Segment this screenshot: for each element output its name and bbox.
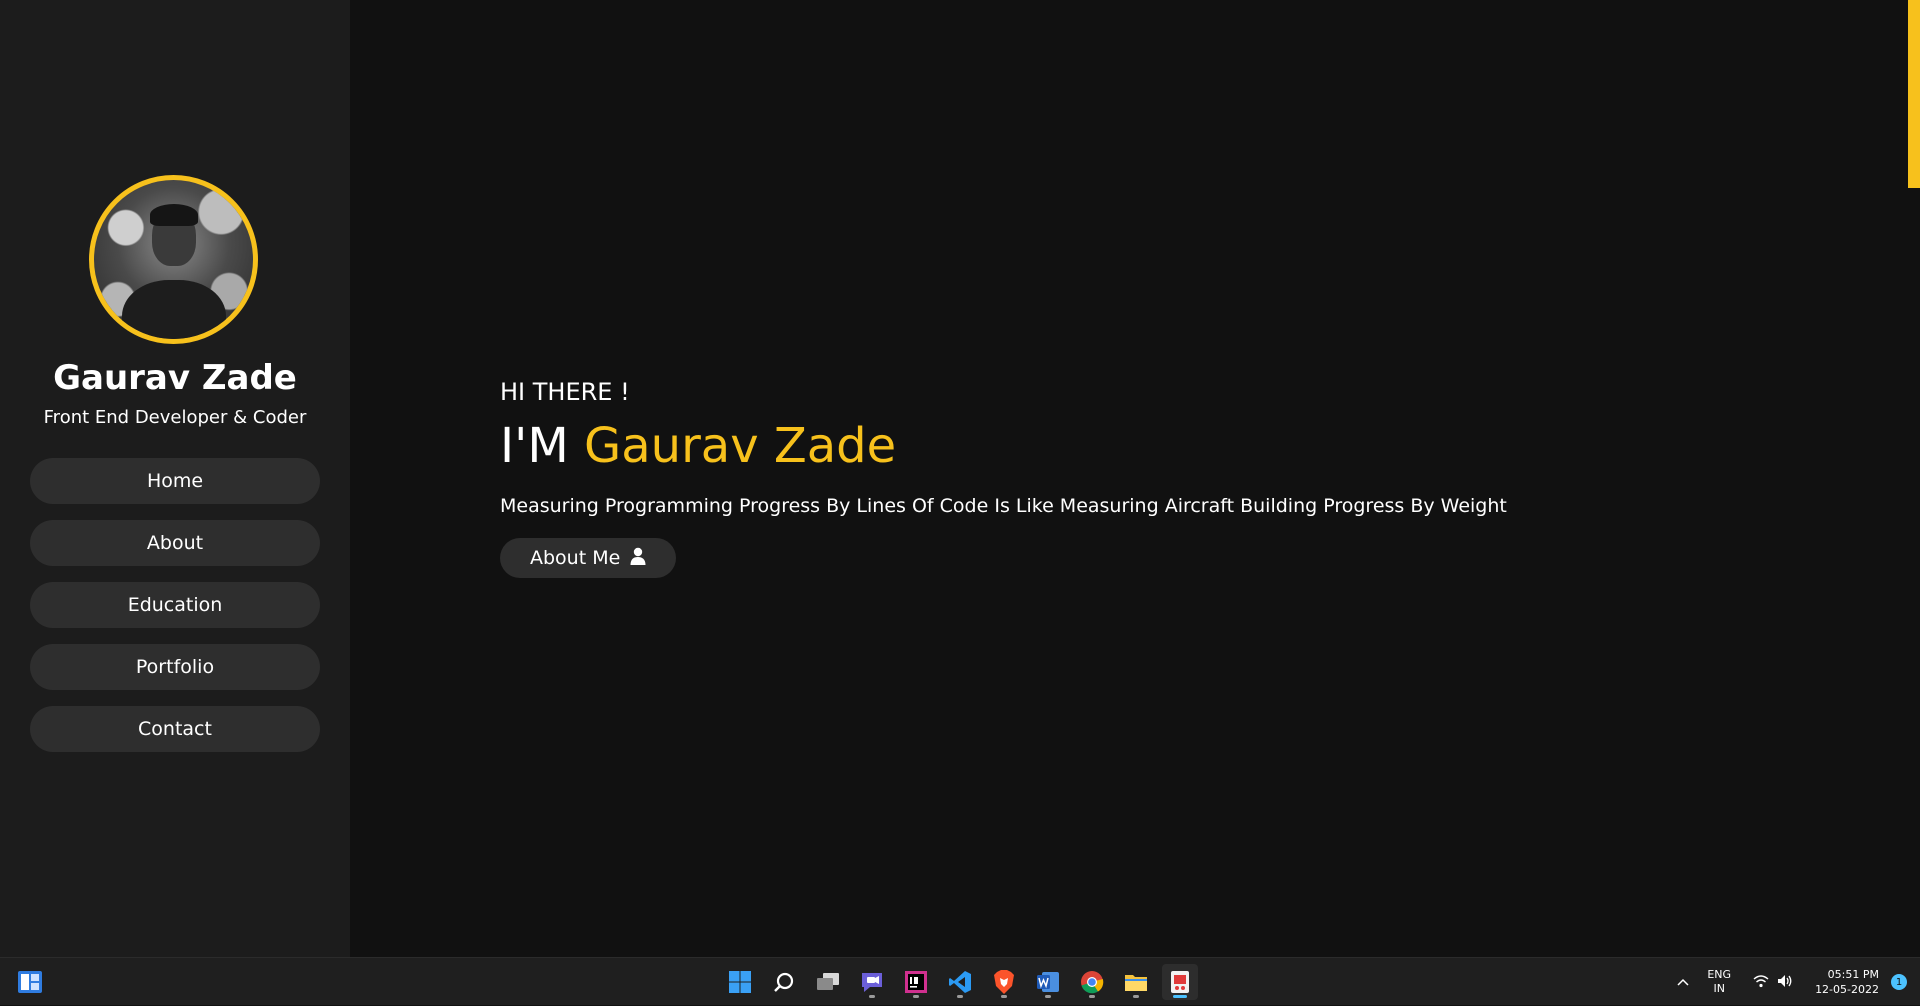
nav-contact[interactable]: Contact: [30, 706, 320, 752]
hero-title: I'M Gaurav Zade: [500, 419, 1507, 473]
hero-title-name: Gaurav Zade: [584, 418, 897, 474]
search-icon[interactable]: [766, 964, 802, 1000]
word-icon[interactable]: [1030, 964, 1066, 1000]
teams-chat-icon[interactable]: [854, 964, 890, 1000]
clock-time: 05:51 PM: [1827, 968, 1879, 981]
wifi-icon[interactable]: [1753, 973, 1769, 992]
chrome-icon[interactable]: [1074, 964, 1110, 1000]
widgets-icon[interactable]: [18, 971, 42, 997]
language-indicator[interactable]: ENG IN: [1707, 968, 1731, 996]
sidebar-nav: Home About Education Portfolio Contact: [30, 458, 320, 768]
chevron-up-icon[interactable]: [1677, 974, 1689, 990]
hero-quote: Measuring Programming Progress By Lines …: [500, 495, 1507, 517]
scrollbar-thumb[interactable]: [1908, 0, 1920, 188]
hero-section: HI THERE ! I'M Gaurav Zade Measuring Pro…: [500, 375, 1507, 578]
windows-taskbar: ENG IN 05:51 PM 12-05-2022 1: [0, 957, 1920, 1005]
vscode-icon[interactable]: [942, 964, 978, 1000]
brave-icon[interactable]: [986, 964, 1022, 1000]
hero-title-prefix: I'M: [500, 418, 569, 474]
task-view-icon[interactable]: [810, 964, 846, 1000]
nav-home[interactable]: Home: [30, 458, 320, 504]
taskbar-apps: [722, 958, 1198, 1006]
sidebar: Gaurav Zade Front End Developer & Coder …: [0, 0, 350, 957]
system-tray: ENG IN 05:51 PM 12-05-2022 1: [1677, 958, 1920, 1006]
user-icon: [630, 547, 646, 570]
about-me-button[interactable]: About Me: [500, 538, 677, 578]
file-explorer-icon[interactable]: [1118, 964, 1154, 1000]
intellij-icon[interactable]: [898, 964, 934, 1000]
nav-about[interactable]: About: [30, 520, 320, 566]
profile-role: Front End Developer & Coder: [43, 407, 307, 428]
about-me-label: About Me: [530, 547, 621, 569]
profile-avatar: [89, 175, 258, 344]
start-icon[interactable]: [722, 964, 758, 1000]
nav-education[interactable]: Education: [30, 582, 320, 628]
nav-portfolio[interactable]: Portfolio: [30, 644, 320, 690]
language-code: ENG: [1707, 968, 1732, 981]
clock[interactable]: 05:51 PM 12-05-2022: [1815, 967, 1879, 997]
volume-icon[interactable]: [1777, 973, 1793, 992]
notification-badge[interactable]: 1: [1891, 974, 1907, 990]
hero-greeting: HI THERE !: [500, 378, 630, 406]
region-code: IN: [1713, 982, 1725, 995]
profile-name: Gaurav Zade: [53, 358, 297, 398]
snipping-tool-icon[interactable]: [1162, 964, 1198, 1000]
clock-date: 12-05-2022: [1815, 983, 1879, 996]
